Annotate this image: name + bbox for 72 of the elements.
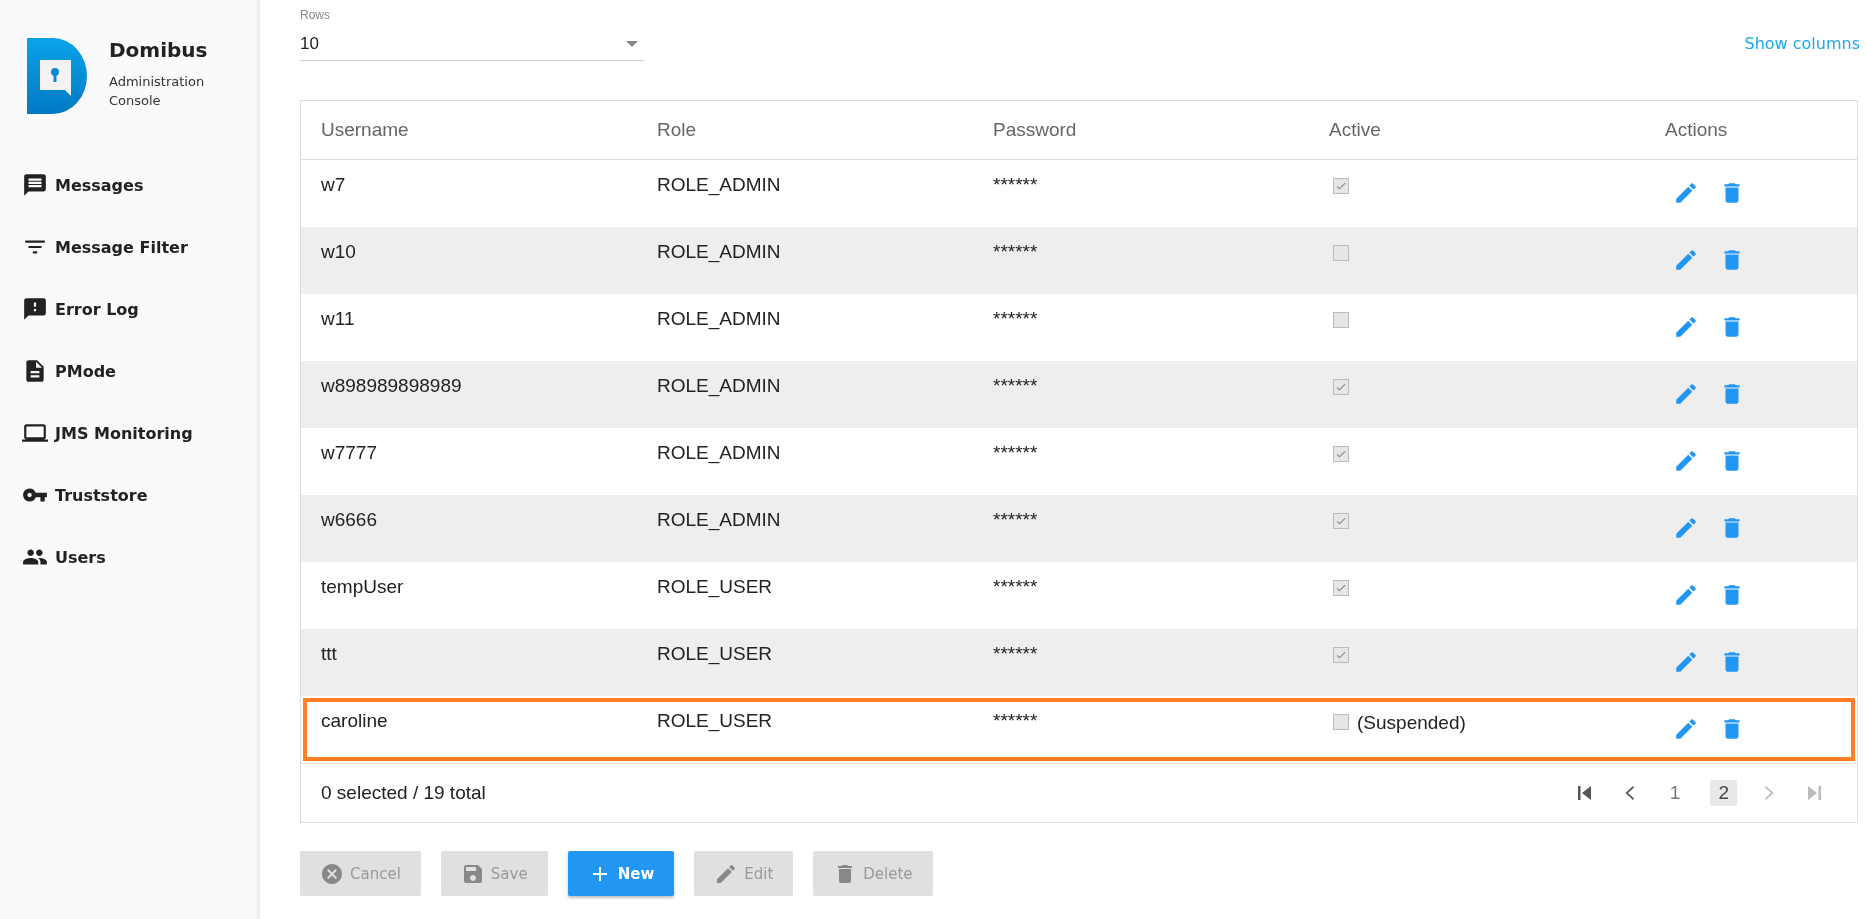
pencil-icon (1673, 716, 1699, 742)
pencil-icon (1673, 381, 1699, 407)
brand-name: Domibus (109, 38, 209, 62)
table-cell-text: w7 (321, 173, 346, 197)
page-button[interactable]: 2 (1710, 780, 1737, 806)
column-header: Role (657, 119, 697, 141)
sidebar-item[interactable]: Error Log (0, 278, 257, 340)
rows-select[interactable]: 10 (300, 28, 644, 61)
table-cell-text: ****** (993, 575, 1038, 599)
table-row[interactable]: w898989898989 ROLE_ADMIN ****** (301, 361, 1857, 428)
selection-summary: 0 selected / 19 total (321, 782, 486, 804)
message-icon (21, 172, 49, 198)
highlighted-table-row[interactable]: caroline ROLE_USER ****** (Suspended) (301, 696, 1857, 763)
column-header: Active (1329, 119, 1381, 141)
last-page-icon (1808, 786, 1821, 800)
chevron-right-icon (1765, 786, 1774, 800)
table-cell-text: ROLE_ADMIN (657, 374, 781, 399)
table-cell-text: tempUser (321, 575, 404, 599)
table-cell-text: w10 (321, 240, 356, 264)
table-cell-text: w6666 (321, 508, 377, 532)
sidebar-item[interactable]: PMode (0, 340, 257, 402)
table-row[interactable]: ttt ROLE_USER ****** (301, 629, 1857, 696)
pencil-icon (1673, 515, 1699, 541)
page-button[interactable]: 1 (1661, 780, 1689, 806)
table-cell-text: ROLE_ADMIN (657, 173, 781, 198)
table-cell-text: ROLE_ADMIN (657, 508, 781, 533)
table-cell-text: ****** (993, 642, 1038, 666)
table-cell-text: ROLE_ADMIN (657, 307, 781, 332)
table-row[interactable]: w10 ROLE_ADMIN ****** (301, 227, 1857, 294)
column-header: Username (321, 119, 409, 141)
table-cell-text: ****** (993, 173, 1038, 197)
table-cell-text: ****** (993, 441, 1038, 465)
pencil-icon (1673, 582, 1699, 608)
pencil-icon (1673, 180, 1699, 206)
first-page-button[interactable] (1577, 786, 1591, 800)
first-page-icon (1577, 786, 1591, 800)
table-cell-text: ROLE_ADMIN (657, 441, 781, 466)
chevron-left-button[interactable] (1624, 786, 1634, 800)
table-cell-text: ROLE_USER (657, 642, 773, 667)
column-header: Actions (1665, 119, 1728, 141)
dropdown-caret-icon (626, 41, 638, 47)
table-cell-text: ****** (993, 240, 1038, 264)
table-cell-text: w898989898989 (321, 374, 462, 398)
table-cell-text: caroline (321, 709, 388, 733)
sidebar-item[interactable]: Truststore (0, 464, 257, 526)
alert-message-icon (21, 296, 49, 322)
column-header: Password (993, 119, 1077, 141)
cancel-icon (320, 861, 344, 886)
table-cell-text: ****** (993, 508, 1038, 532)
brand-subtitle: Administration Console (109, 73, 206, 110)
pencil-icon (1673, 649, 1699, 675)
sidebar-item[interactable]: Message Filter (0, 216, 257, 278)
table-cell-text: ****** (993, 709, 1038, 733)
table-cell-text: ROLE_ADMIN (657, 240, 781, 265)
sidebar-item[interactable]: Users (0, 526, 257, 588)
rows-label: Rows (300, 8, 331, 22)
table-cell-text: ROLE_USER (657, 709, 773, 734)
pencil-icon (1673, 314, 1699, 340)
logo-icon (25, 38, 89, 114)
table-cell-text: w7777 (321, 441, 377, 465)
table-cell-text: ****** (993, 374, 1038, 398)
table-cell-text: ROLE_USER (657, 575, 773, 600)
sidebar-item[interactable]: JMS Monitoring (0, 402, 257, 464)
sidebar-item[interactable]: Messages (0, 154, 257, 216)
pencil-icon (1673, 448, 1699, 474)
pencil-icon (1673, 247, 1699, 273)
chevron-left-icon (1624, 786, 1634, 800)
table-cell-text: ttt (321, 642, 337, 666)
table-row[interactable]: w6666 ROLE_ADMIN ****** (301, 495, 1857, 562)
status-text: (Suspended) (1357, 712, 1466, 734)
table-cell-text: w11 (321, 307, 355, 331)
table-cell-text: ****** (993, 307, 1038, 331)
